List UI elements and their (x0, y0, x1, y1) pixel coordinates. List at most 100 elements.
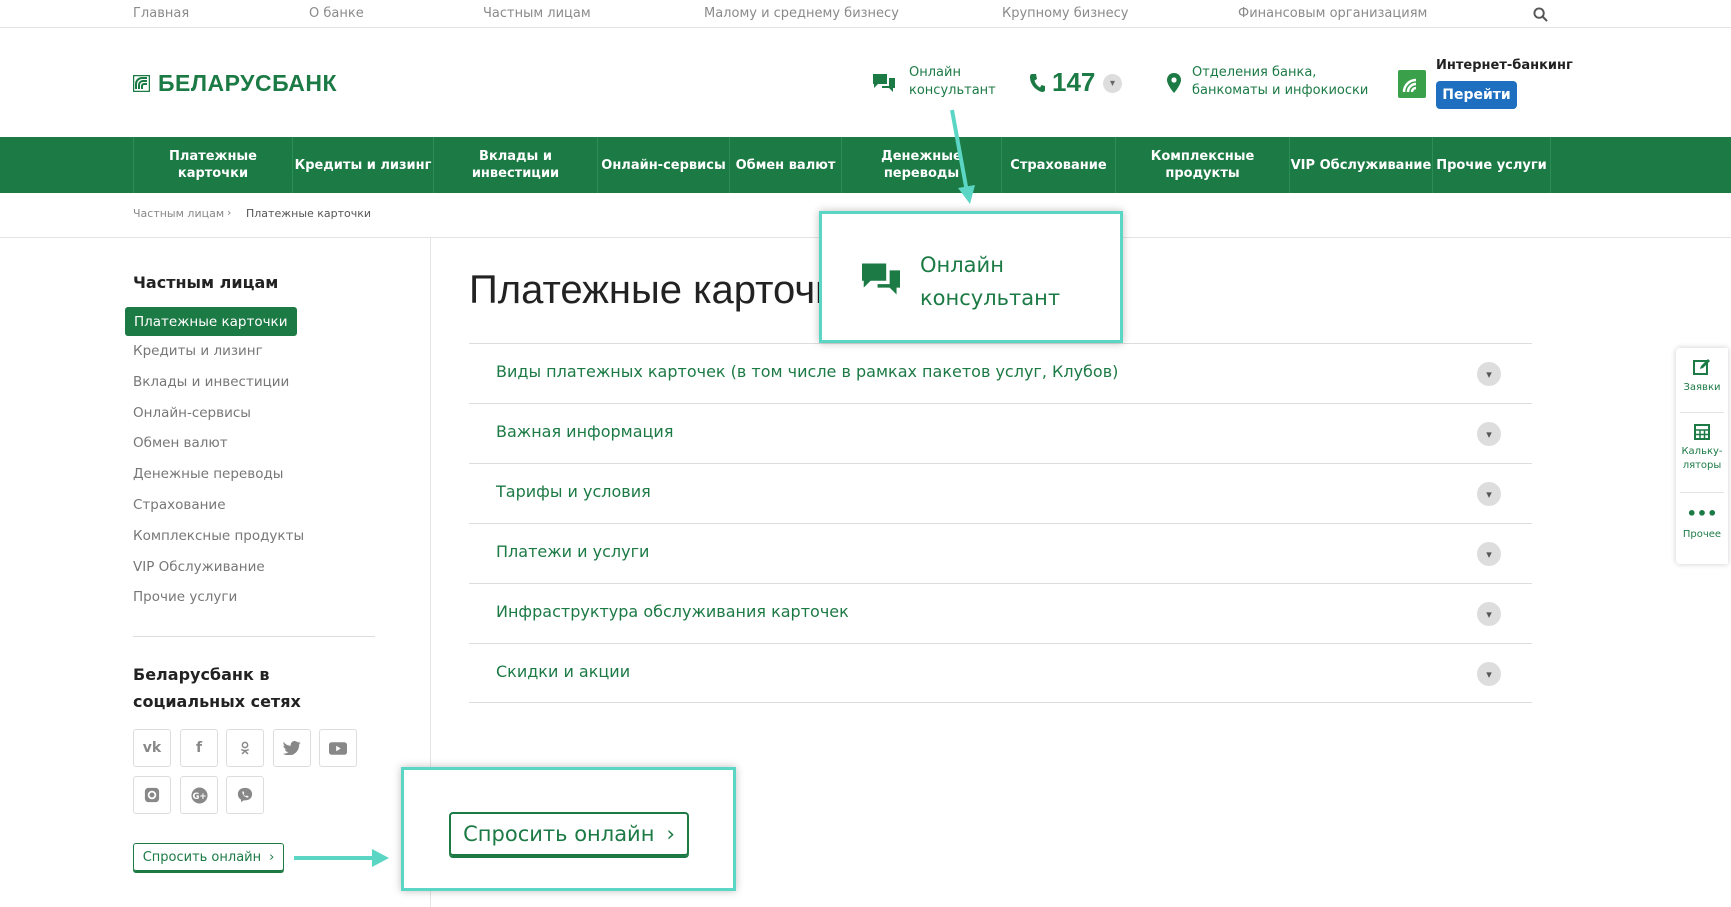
chevron-right-icon: › (269, 849, 275, 865)
online-consultant-link[interactable]: Онлайн консультант (909, 64, 1019, 100)
sidebar-item-vip[interactable]: VIP Обслуживание (133, 559, 265, 575)
sidebar-item-insurance[interactable]: Страхование (133, 497, 226, 513)
calculators-label: Кальку- ляторы (1681, 446, 1723, 471)
callout-ask-text: Спросить онлайн (463, 822, 655, 846)
breadcrumb-parent[interactable]: Частным лицам (133, 207, 224, 220)
facebook-icon[interactable]: f (180, 729, 218, 767)
sidebar-item-online-services[interactable]: Онлайн-сервисы (133, 405, 251, 421)
logo-mark-icon (133, 75, 150, 92)
accordion-label: Платежи и услуги (496, 542, 650, 561)
chat-icon[interactable] (872, 72, 896, 94)
ask-online-button[interactable]: Спросить онлайн › (133, 843, 284, 871)
menu-item-vip[interactable]: VIP Обслуживание (1289, 137, 1432, 193)
chevron-down-icon[interactable]: ▾ (1477, 602, 1501, 626)
chevron-down-icon[interactable]: ▾ (1477, 662, 1501, 686)
phone-icon (1030, 74, 1045, 92)
sidebar-item-complex[interactable]: Комплексные продукты (133, 528, 304, 544)
menu-item-insurance[interactable]: Страхование (1001, 137, 1115, 193)
calculators-button[interactable]: Кальку- ляторы (1676, 424, 1728, 473)
accordion-label: Важная информация (496, 422, 674, 441)
callout-ask-online: Спросить онлайн › (401, 767, 736, 891)
accordion-item-infrastructure[interactable]: Инфраструктура обслуживания карточек ▾ (469, 583, 1532, 643)
chevron-down-icon[interactable]: ▾ (1477, 542, 1501, 566)
panel-separator (1680, 492, 1724, 493)
topnav-link-corporate[interactable]: Крупному бизнесу (1002, 6, 1128, 21)
internet-banking-title: Интернет-банкинг (1436, 58, 1573, 73)
accordion-label: Виды платежных карточек (в том числе в р… (496, 362, 1119, 381)
chevron-down-icon[interactable]: ▾ (1477, 422, 1501, 446)
other-button[interactable]: ••• Прочее (1676, 504, 1728, 542)
breadcrumb-current: Платежные карточки (246, 207, 372, 220)
chat-icon (862, 263, 900, 295)
social-title: Беларусбанк в социальных сетях (133, 665, 301, 711)
sidebar-item-cards[interactable]: Платежные карточки (125, 307, 297, 336)
viber-icon[interactable] (226, 776, 264, 814)
odnoklassniki-icon[interactable] (226, 729, 264, 767)
panel-separator (1680, 412, 1724, 413)
menu-item-other[interactable]: Прочие услуги (1432, 137, 1551, 193)
svg-text:G+: G+ (192, 791, 206, 801)
instagram-icon[interactable] (133, 776, 171, 814)
topnav-link-private[interactable]: Частным лицам (483, 6, 591, 21)
phone-number[interactable]: 147 (1052, 67, 1095, 98)
accordion-label: Скидки и акции (496, 662, 631, 681)
accordion-label: Инфраструктура обслуживания карточек (496, 602, 849, 621)
menu-item-exchange[interactable]: Обмен валют (729, 137, 841, 193)
accordion-item-tariffs[interactable]: Тарифы и условия ▾ (469, 463, 1532, 523)
sidebar-item-other[interactable]: Прочие услуги (133, 589, 237, 605)
requests-button[interactable]: Заявки (1676, 358, 1728, 395)
logo-text: БЕЛАРУСБАНК (158, 70, 337, 96)
topnav-link-home[interactable]: Главная (133, 6, 189, 21)
other-label: Прочее (1682, 529, 1722, 540)
annotation-arrow-right (294, 849, 389, 867)
annotation-arrow-down (950, 109, 975, 204)
more-dots-icon: ••• (1686, 504, 1718, 523)
sidebar-item-exchange[interactable]: Обмен валют (133, 435, 228, 451)
chevron-down-icon[interactable]: ▾ (1477, 362, 1501, 386)
menu-item-deposits[interactable]: Вклады и инвестиции (433, 137, 597, 193)
chevron-right-icon: › (666, 822, 675, 846)
accordion-item-discounts[interactable]: Скидки и акции ▾ (469, 643, 1532, 703)
internet-banking-go-button[interactable]: Перейти (1436, 81, 1517, 109)
chevron-down-icon[interactable]: ▾ (1477, 482, 1501, 506)
accordion-item-card-types[interactable]: Виды платежных карточек (в том числе в р… (469, 343, 1532, 403)
branches-link[interactable]: Отделения банка, банкоматы и инфокиоски (1192, 64, 1392, 100)
page-title: Платежные карточки (469, 268, 855, 312)
sidebar-item-credits[interactable]: Кредиты и лизинг (133, 343, 263, 359)
breadcrumb-separator: › (227, 206, 232, 219)
calculator-icon (1694, 424, 1710, 440)
chevron-down-icon[interactable]: ▾ (1103, 74, 1122, 93)
search-icon[interactable] (1533, 7, 1548, 22)
topnav-link-about[interactable]: О банке (309, 6, 364, 21)
internet-banking-icon (1398, 70, 1426, 98)
main-menu: Платежные карточки Кредиты и лизинг Вкла… (0, 137, 1731, 193)
location-pin-icon (1167, 73, 1181, 93)
topnav-link-sme[interactable]: Малому и среднему бизнесу (704, 6, 899, 21)
twitter-icon[interactable] (273, 729, 311, 767)
vk-icon[interactable]: vk (133, 729, 171, 767)
menu-item-complex[interactable]: Комплексные продукты (1115, 137, 1289, 193)
ask-online-button-zoomed: Спросить онлайн › (449, 812, 689, 856)
callout-chat-text: Онлайн консультант (920, 253, 1061, 310)
menu-item-online-services[interactable]: Онлайн-сервисы (597, 137, 729, 193)
logo[interactable]: БЕЛАРУСБАНК (133, 70, 337, 97)
right-float-panel: Заявки Кальку- ляторы ••• Прочее (1676, 348, 1728, 564)
google-plus-icon[interactable]: G+ (180, 776, 218, 814)
topnav-link-financial[interactable]: Финансовым организациям (1238, 6, 1427, 21)
accordion-item-important-info[interactable]: Важная информация ▾ (469, 403, 1532, 463)
edit-icon (1693, 359, 1710, 375)
sidebar-item-transfers[interactable]: Денежные переводы (133, 466, 283, 482)
requests-label: Заявки (1683, 382, 1721, 393)
sidebar-separator (133, 636, 375, 637)
sidebar-item-deposits[interactable]: Вклады и инвестиции (133, 374, 289, 390)
youtube-icon[interactable] (319, 729, 357, 767)
top-navigation: Главная О банке Частным лицам Малому и с… (0, 0, 1731, 28)
menu-item-cards[interactable]: Платежные карточки (133, 137, 292, 193)
accordion-bottom-border (469, 702, 1532, 703)
menu-item-credits[interactable]: Кредиты и лизинг (292, 137, 433, 193)
sidebar-title: Частным лицам (133, 273, 279, 292)
accordion-item-payments[interactable]: Платежи и услуги ▾ (469, 523, 1532, 583)
callout-online-consultant: Онлайн консультант (819, 211, 1123, 343)
accordion-label: Тарифы и условия (496, 482, 651, 501)
ask-online-label: Спросить онлайн (142, 849, 262, 865)
